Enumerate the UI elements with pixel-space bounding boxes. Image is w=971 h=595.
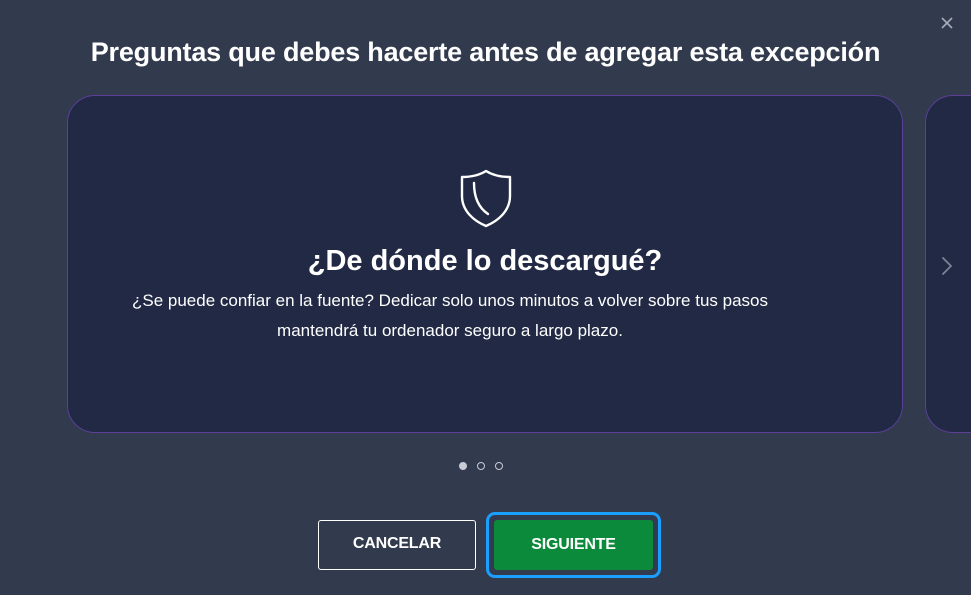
- chevron-right-icon[interactable]: [938, 254, 956, 278]
- card-heading: ¿De dónde lo descargué?: [307, 245, 663, 277]
- pagination-dot-2[interactable]: [477, 462, 485, 470]
- next-button[interactable]: SIGUIENTE: [494, 520, 653, 570]
- carousel-pagination: [459, 460, 515, 472]
- cancel-button[interactable]: CANCELAR: [318, 520, 476, 570]
- shield-icon: [460, 169, 512, 228]
- pagination-dot-1[interactable]: [459, 462, 467, 470]
- pagination-dot-3[interactable]: [495, 462, 503, 470]
- dialog-title: Preguntas que debes hacerte antes de agr…: [90, 37, 881, 67]
- card-body-text: ¿Se puede confiar en la fuente? Dedicar …: [132, 291, 768, 340]
- close-icon[interactable]: [936, 12, 958, 34]
- exception-dialog: Preguntas que debes hacerte antes de agr…: [0, 0, 971, 595]
